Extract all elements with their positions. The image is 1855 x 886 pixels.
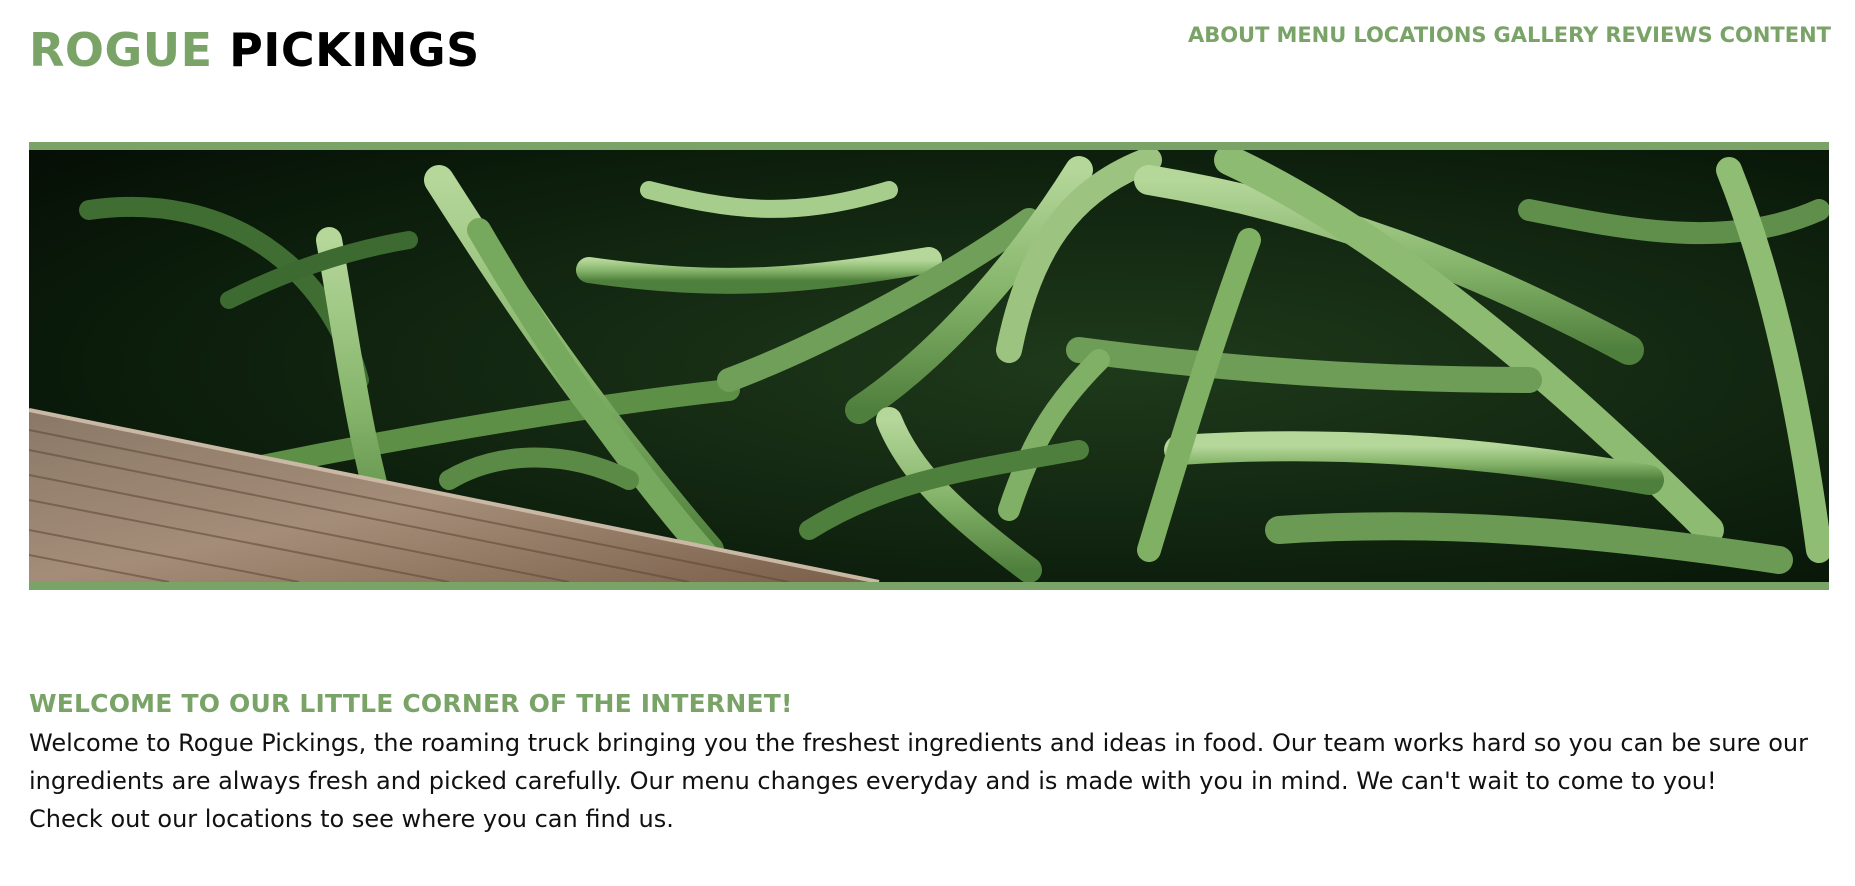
logo-rogue: ROGUE [29,23,213,77]
hero-banner [29,142,1829,590]
locations-paragraph: Check out our locations to see where you… [29,805,674,833]
page: ROGUE PICKINGS ABOUT MENU LOCATIONS GALL… [0,0,1855,886]
welcome-text: Welcome to Rogue Pickings, the roaming t… [29,724,1829,838]
nav-about[interactable]: ABOUT [1188,22,1270,48]
welcome-heading: WELCOME TO OUR LITTLE CORNER OF THE INTE… [29,688,793,718]
nav-reviews[interactable]: REVIEWS [1605,22,1712,48]
logo-pickings: PICKINGS [229,23,480,77]
nav-gallery[interactable]: GALLERY [1494,22,1599,48]
nav-menu[interactable]: MENU [1276,22,1346,48]
green-beans-image [29,150,1829,582]
main-nav: ABOUT MENU LOCATIONS GALLERY REVIEWS CON… [1188,22,1831,48]
nav-content[interactable]: CONTENT [1720,22,1831,48]
welcome-paragraph: Welcome to Rogue Pickings, the roaming t… [29,729,1808,795]
nav-locations[interactable]: LOCATIONS [1353,22,1486,48]
site-logo[interactable]: ROGUE PICKINGS [29,22,480,78]
